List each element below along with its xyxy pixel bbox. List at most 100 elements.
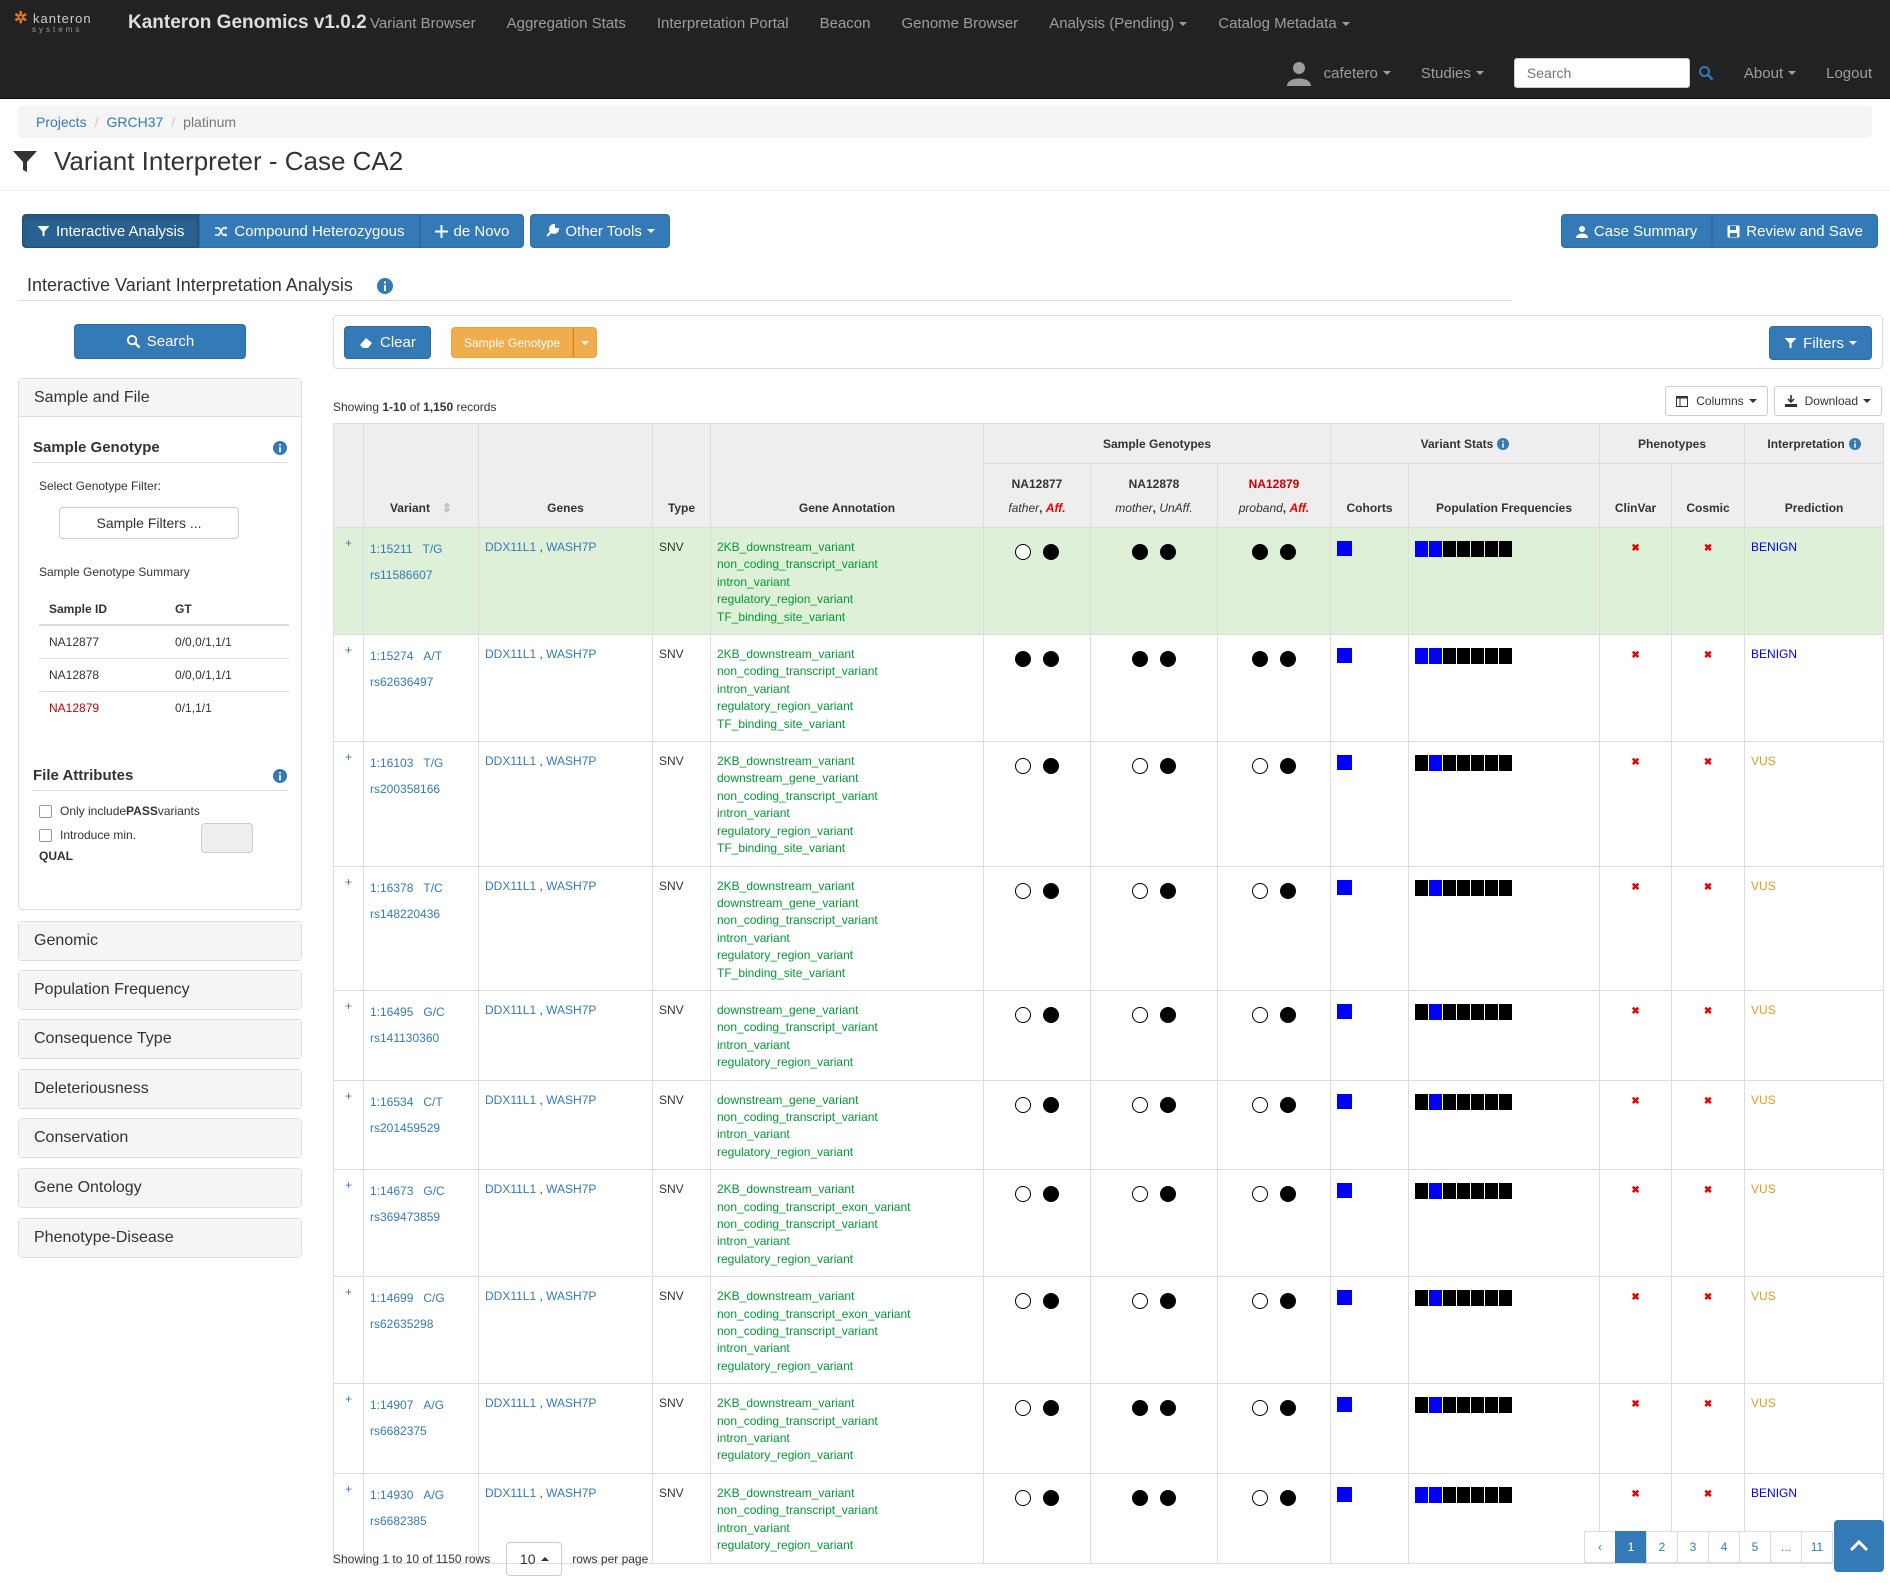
prediction-label[interactable]: BENIGN (1751, 647, 1797, 661)
phenotype-disease-heading[interactable]: Phenotype-Disease (19, 1219, 301, 1257)
table-row[interactable]: +1:14699 C/G rs62635298 DDX11L1 , WASH7P SNV… (333, 1276, 1885, 1385)
pagination-page[interactable]: 1 (1615, 1531, 1647, 1563)
cohort-frequency-box[interactable] (1337, 1397, 1352, 1413)
gene-link[interactable]: DDX11L1 (485, 1486, 536, 1500)
breadcrumb-projects[interactable]: Projects (36, 114, 87, 130)
gene-link[interactable]: WASH7P (546, 1003, 596, 1017)
review-save-button[interactable]: Review and Save (1712, 214, 1878, 248)
pagination-page[interactable]: 3 (1677, 1531, 1709, 1563)
nav-genome-browser[interactable]: Genome Browser (901, 15, 1018, 32)
cohort-frequency-box[interactable] (1337, 1183, 1352, 1199)
pagination-page[interactable]: 2 (1646, 1531, 1678, 1563)
gene-link[interactable]: DDX11L1 (485, 1003, 536, 1017)
table-row[interactable]: +1:16495 G/C rs141130360 DDX11L1 , WASH7P SN… (333, 989, 1885, 1081)
user-menu[interactable]: cafetero (1286, 60, 1391, 86)
variant-link[interactable]: 1:15274 A/T (370, 643, 472, 669)
prediction-label[interactable]: VUS (1751, 1182, 1776, 1196)
info-icon[interactable] (273, 440, 287, 455)
gene-link[interactable]: DDX11L1 (485, 1396, 536, 1410)
dbsnp-link[interactable]: rs6682375 (370, 1418, 472, 1444)
dbsnp-link[interactable]: rs369473859 (370, 1204, 472, 1230)
prediction-label[interactable]: BENIGN (1751, 540, 1797, 554)
sample-file-heading[interactable]: Sample and File (19, 379, 301, 417)
info-icon[interactable] (1848, 438, 1861, 451)
population-frequency-bar[interactable] (1415, 1183, 1593, 1200)
compound-heterozygous-button[interactable]: Compound Heterozygous (199, 214, 420, 248)
other-tools-dropdown[interactable]: Other Tools (530, 214, 670, 248)
population-frequency-bar[interactable] (1415, 1093, 1593, 1110)
dbsnp-link[interactable]: rs200358166 (370, 776, 472, 802)
dbsnp-link[interactable]: rs11586607 (370, 562, 472, 588)
cohort-frequency-box[interactable] (1337, 879, 1352, 895)
population-frequency-heading[interactable]: Population Frequency (19, 971, 301, 1009)
pagination-page[interactable]: 11 (1801, 1531, 1833, 1563)
variant-link[interactable]: 1:14699 C/G (370, 1285, 472, 1311)
variant-link[interactable]: 1:16103 T/G (370, 750, 472, 776)
table-row[interactable]: +1:14907 A/G rs6682375 DDX11L1 , WASH7P SNV 2… (333, 1383, 1885, 1474)
gene-link[interactable]: WASH7P (546, 647, 596, 661)
expand-row-button[interactable]: + (333, 526, 364, 636)
expand-row-button[interactable]: + (333, 989, 364, 1081)
conservation-heading[interactable]: Conservation (19, 1119, 301, 1157)
prediction-label[interactable]: VUS (1751, 1289, 1776, 1303)
cohort-frequency-box[interactable] (1337, 1486, 1352, 1502)
table-row[interactable]: +1:16534 C/T rs201459529 DDX11L1 , WASH7P SN… (333, 1079, 1885, 1171)
cohort-frequency-box[interactable] (1337, 755, 1352, 771)
cohort-frequency-box[interactable] (1337, 1093, 1352, 1109)
table-row[interactable]: +1:16103 T/G rs200358166 DDX11L1 , WASH7P SN… (333, 741, 1885, 867)
nav-search-input[interactable] (1513, 58, 1690, 88)
variant-link[interactable]: 1:16495 G/C (370, 999, 472, 1025)
population-frequency-bar[interactable] (1415, 1397, 1593, 1414)
population-frequency-bar[interactable] (1415, 879, 1593, 896)
expand-row-button[interactable]: + (333, 741, 364, 867)
breadcrumb-grch37[interactable]: GRCH37 (106, 114, 163, 130)
back-to-top-button[interactable] (1834, 1520, 1884, 1572)
population-frequency-bar[interactable] (1415, 541, 1593, 557)
gene-link[interactable]: WASH7P (546, 754, 596, 768)
nav-variant-browser[interactable]: Variant Browser (370, 15, 476, 32)
expand-row-button[interactable]: + (333, 634, 364, 743)
gene-link[interactable]: DDX11L1 (485, 1182, 536, 1196)
variant-link[interactable]: 1:14907 A/G (370, 1392, 472, 1418)
pagination-page[interactable]: 5 (1739, 1531, 1771, 1563)
sample-genotype-chip-dropdown[interactable] (573, 327, 598, 358)
table-row[interactable]: +1:15274 A/T rs62636497 DDX11L1 , WASH7P SNV… (333, 634, 1885, 743)
download-dropdown[interactable]: Download (1773, 386, 1882, 416)
expand-row-button[interactable]: + (333, 1169, 364, 1278)
filters-dropdown[interactable]: Filters (1769, 326, 1872, 360)
dbsnp-link[interactable]: rs6682385 (370, 1508, 472, 1534)
variant-link[interactable]: 1:14673 G/C (370, 1178, 472, 1204)
gene-link[interactable]: WASH7P (546, 540, 596, 554)
interactive-analysis-button[interactable]: Interactive Analysis (22, 214, 200, 248)
prediction-label[interactable]: BENIGN (1751, 1486, 1797, 1500)
gene-link[interactable]: DDX11L1 (485, 1289, 536, 1303)
population-frequency-bar[interactable] (1415, 1003, 1593, 1020)
gene-link[interactable]: DDX11L1 (485, 879, 536, 893)
pagination-prev[interactable]: ‹ (1584, 1531, 1616, 1563)
nav-analysis-dropdown[interactable]: Analysis (Pending) (1049, 15, 1188, 32)
gene-link[interactable]: WASH7P (546, 1486, 596, 1500)
filter-search-button[interactable]: Search (74, 324, 246, 359)
gene-link[interactable]: DDX11L1 (485, 540, 536, 554)
col-variant[interactable]: Variant ⇕ (363, 423, 479, 528)
population-frequency-bar[interactable] (1415, 1290, 1593, 1307)
nav-beacon[interactable]: Beacon (820, 15, 871, 32)
prediction-label[interactable]: VUS (1751, 754, 1776, 768)
pagination-page[interactable]: 4 (1708, 1531, 1740, 1563)
dbsnp-link[interactable]: rs62635298 (370, 1311, 472, 1337)
prediction-label[interactable]: VUS (1751, 879, 1776, 893)
sample-genotype-chip-label[interactable]: Sample Genotype (451, 327, 574, 358)
prediction-label[interactable]: VUS (1751, 1003, 1776, 1017)
deleteriousness-heading[interactable]: Deleteriousness (19, 1070, 301, 1108)
info-icon[interactable] (376, 277, 393, 294)
only-pass-checkbox[interactable] (39, 804, 52, 818)
cohort-frequency-box[interactable] (1337, 1003, 1352, 1019)
variant-link[interactable]: 1:16534 C/T (370, 1089, 472, 1115)
population-frequency-bar[interactable] (1415, 1486, 1593, 1503)
variant-link[interactable]: 1:14930 A/G (370, 1482, 472, 1508)
columns-dropdown[interactable]: Columns (1665, 386, 1768, 416)
nav-interpretation-portal[interactable]: Interpretation Portal (657, 15, 789, 32)
dbsnp-link[interactable]: rs141130360 (370, 1025, 472, 1051)
info-icon[interactable] (1497, 438, 1510, 451)
cohort-frequency-box[interactable] (1337, 1290, 1352, 1306)
